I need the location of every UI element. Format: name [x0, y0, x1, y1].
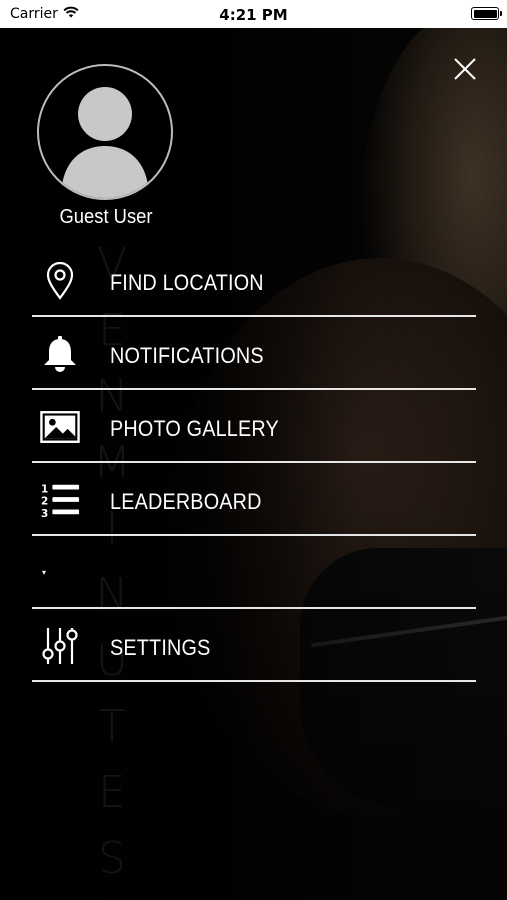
menu-item-settings[interactable]: SETTINGS: [32, 609, 476, 682]
svg-text:3: 3: [41, 508, 48, 520]
menu-item-label: FIND LOCATION: [110, 270, 264, 295]
svg-text:1: 1: [41, 483, 48, 495]
image-icon: [40, 407, 80, 447]
person-placeholder-icon: [61, 87, 149, 198]
avatar[interactable]: [37, 64, 173, 200]
watermark-letter: E: [98, 767, 126, 818]
menu-item-label: NOTIFICATIONS: [110, 343, 264, 368]
sliders-icon: [40, 626, 80, 666]
menu-item-photo-gallery[interactable]: PHOTO GALLERY: [32, 390, 476, 463]
menu-item-label: LEADERBOARD: [110, 489, 262, 514]
menu-item-leaderboard[interactable]: 1 2 3 LEADERBOARD: [32, 463, 476, 536]
menu-item-find-location[interactable]: FIND LOCATION: [32, 244, 476, 317]
svg-text:2: 2: [41, 496, 48, 508]
close-icon: [454, 58, 476, 80]
close-button[interactable]: [450, 54, 480, 84]
watermark-letter: S: [98, 833, 126, 884]
bullet-icon: ▾: [42, 568, 47, 577]
menu-item-notifications[interactable]: NOTIFICATIONS: [32, 317, 476, 390]
menu-item-unlabeled[interactable]: ▾: [32, 536, 476, 609]
watermark-letter: T: [98, 701, 126, 752]
side-menu: FIND LOCATION NOTIFICATIONS PHOTO GALLER…: [32, 244, 476, 682]
location-pin-icon: [40, 261, 80, 301]
battery-icon: [471, 7, 502, 20]
user-name: Guest User: [59, 206, 153, 228]
clock: 4:21 PM: [219, 6, 288, 24]
menu-item-label: PHOTO GALLERY: [110, 416, 279, 441]
ranked-list-icon: 1 2 3: [40, 480, 80, 520]
bell-icon: [40, 334, 80, 374]
status-bar: Carrier 4:21 PM: [0, 0, 507, 28]
menu-item-label: SETTINGS: [110, 635, 211, 660]
